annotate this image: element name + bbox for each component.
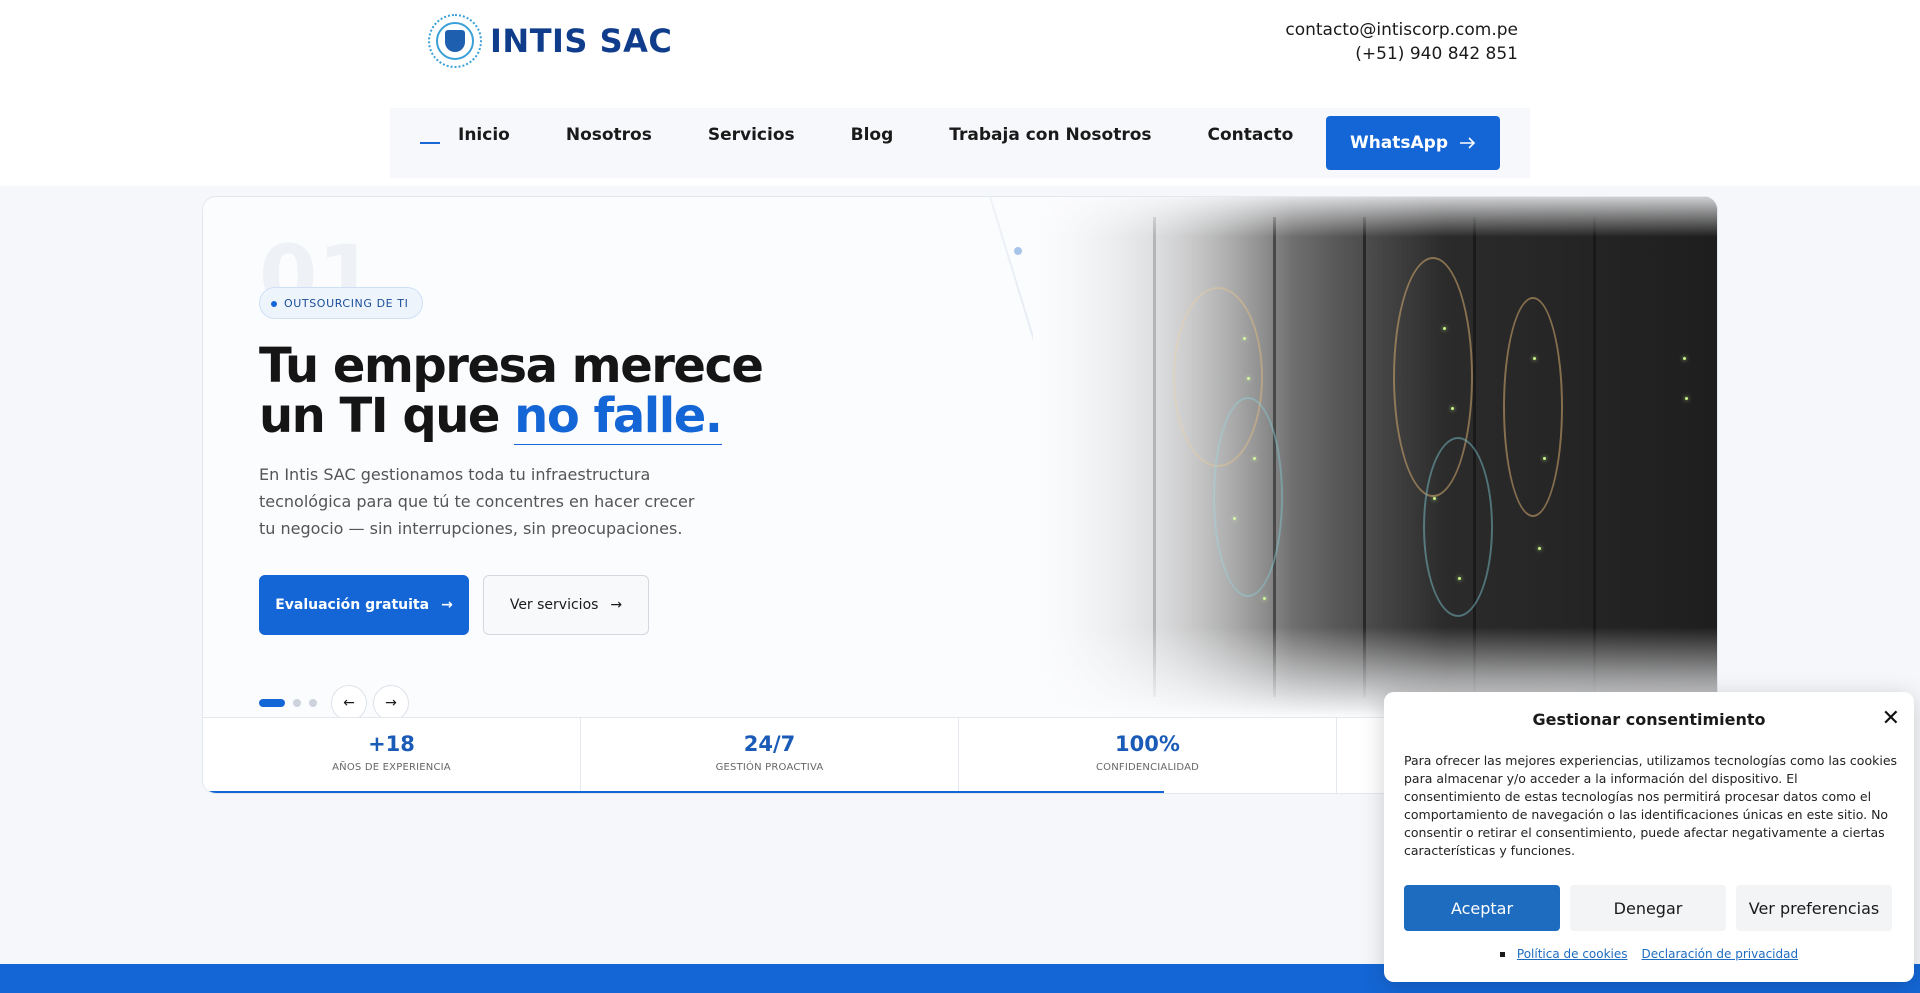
- hero-title-line1: Tu empresa merece: [259, 338, 764, 394]
- close-icon[interactable]: ✕: [1882, 708, 1900, 730]
- slide-dot-1[interactable]: [259, 699, 285, 707]
- view-services-button[interactable]: Ver servicios →: [483, 575, 649, 635]
- stat-label: GESTIÓN PROACTIVA: [715, 762, 824, 773]
- stat-value: +18: [368, 732, 415, 756]
- slide-dot-3[interactable]: [309, 699, 317, 707]
- hero-title-prefix: un TI que: [259, 388, 515, 444]
- free-evaluation-button[interactable]: Evaluación gratuita →: [259, 575, 469, 635]
- cookie-consent-dialog: Gestionar consentimiento ✕ Para ofrecer …: [1384, 692, 1914, 982]
- arrow-right-icon: →: [441, 597, 453, 613]
- whatsapp-button[interactable]: WhatsApp: [1326, 116, 1500, 170]
- preferences-button[interactable]: Ver preferencias: [1736, 885, 1892, 931]
- hero-title: Tu empresa merece un TI que no falle.: [259, 338, 859, 445]
- consent-title: Gestionar consentimiento: [1532, 710, 1766, 729]
- prev-slide-button[interactable]: ←: [331, 685, 367, 721]
- accept-button[interactable]: Aceptar: [1404, 885, 1560, 931]
- main-nav: Inicio Nosotros Servicios Blog Trabaja c…: [390, 108, 1530, 178]
- stat-label: CONFIDENCIALIDAD: [1095, 762, 1200, 773]
- contact-email[interactable]: contacto@intiscorp.com.pe: [1285, 18, 1518, 42]
- nav-item-inicio[interactable]: Inicio: [458, 125, 510, 145]
- contact-phone[interactable]: (+51) 940 842 851: [1285, 42, 1518, 66]
- nav-item-nosotros[interactable]: Nosotros: [566, 125, 652, 145]
- consent-links: Política de cookies Declaración de priva…: [1384, 947, 1914, 961]
- nav-item-blog[interactable]: Blog: [851, 125, 894, 145]
- nav-item-trabaja[interactable]: Trabaja con Nosotros: [949, 125, 1151, 145]
- hero-title-accent: no falle.: [514, 388, 723, 445]
- free-evaluation-label: Evaluación gratuita: [275, 597, 430, 613]
- slide-pagination: [259, 699, 317, 707]
- hero-title-line2: un TI que no falle.: [259, 388, 859, 445]
- view-services-label: Ver servicios: [509, 597, 599, 613]
- shield-logo-icon: [428, 14, 482, 68]
- next-slide-button[interactable]: →: [373, 685, 409, 721]
- deny-button[interactable]: Denegar: [1570, 885, 1726, 931]
- privacy-statement-link[interactable]: Declaración de privacidad: [1642, 947, 1799, 961]
- whatsapp-label: WhatsApp: [1349, 133, 1449, 153]
- arrow-right-icon: →: [610, 597, 623, 613]
- logo[interactable]: INTIS SAC: [428, 14, 672, 68]
- arrow-right-icon: →: [385, 695, 397, 711]
- cookie-policy-link[interactable]: Política de cookies: [1517, 947, 1628, 961]
- consent-text: Para ofrecer las mejores experiencias, u…: [1404, 753, 1898, 858]
- stat-value: 24/7: [743, 732, 796, 756]
- stat-item: 24/7 GESTIÓN PROACTIVA: [581, 718, 959, 793]
- arrow-left-icon: ←: [343, 695, 355, 711]
- header-contact: contacto@intiscorp.com.pe (+51) 940 842 …: [1285, 18, 1518, 66]
- active-nav-indicator: [420, 142, 440, 144]
- nav-item-servicios[interactable]: Servicios: [708, 125, 795, 145]
- stat-label: AÑOS DE EXPERIENCIA: [332, 762, 451, 773]
- slide-dot-2[interactable]: [293, 699, 301, 707]
- list-item: Política de cookies: [1499, 947, 1628, 961]
- bullet-icon: [1499, 952, 1505, 957]
- site-header: INTIS SAC contacto@intiscorp.com.pe (+51…: [0, 0, 1920, 186]
- stat-value: 100%: [1115, 732, 1180, 756]
- logo-text: INTIS SAC: [490, 22, 673, 60]
- nav-item-contacto[interactable]: Contacto: [1208, 125, 1294, 145]
- slide-progress-bar: [203, 791, 1165, 793]
- stat-item: +18 AÑOS DE EXPERIENCIA: [203, 718, 581, 793]
- category-badge: OUTSOURCING DE TI: [259, 287, 424, 319]
- arrow-right-icon: [1460, 137, 1476, 149]
- decorative-dot: [1014, 247, 1022, 255]
- stat-item: 100% CONFIDENCIALIDAD: [959, 718, 1337, 793]
- server-rack-image: [1033, 197, 1717, 717]
- hero-description: En Intis SAC gestionamos toda tu infraes…: [259, 465, 695, 538]
